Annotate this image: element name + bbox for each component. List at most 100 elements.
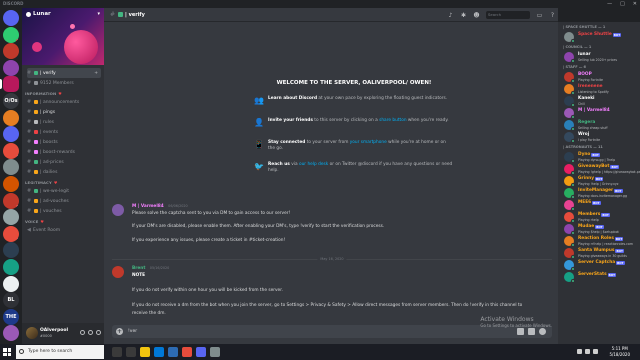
- category-information[interactable]: INFORMATION ♥: [25, 88, 104, 97]
- chevron-down-icon[interactable]: ▾: [97, 11, 100, 17]
- gif-icon[interactable]: [528, 328, 535, 335]
- tip-link[interactable]: share button: [379, 118, 406, 123]
- category-legitimacy[interactable]: LEGITIMACY ♥: [25, 177, 104, 186]
- headphones-icon[interactable]: [88, 330, 93, 335]
- member-item[interactable]: Santa Wumpus BOT Playing giveaways in 30 g…: [558, 246, 640, 259]
- member-item[interactable]: GiveawayBot BOT Playing !ghelp | https://g…: [558, 162, 640, 175]
- channel-item[interactable]: # | vouches: [27, 206, 101, 216]
- add-member-icon[interactable]: +: [94, 71, 98, 76]
- home-icon[interactable]: [3, 10, 19, 26]
- app-icon[interactable]: [210, 347, 220, 357]
- server-8-icon[interactable]: 3: [3, 142, 19, 159]
- server-14-icon[interactable]: [3, 242, 19, 259]
- inbox-icon[interactable]: ▭: [536, 12, 543, 19]
- member-item[interactable]: BOOP Playing Fortnite: [558, 70, 640, 83]
- tray-up-icon[interactable]: [577, 349, 582, 354]
- server-12-icon[interactable]: [3, 209, 19, 226]
- gear-icon[interactable]: [96, 330, 101, 335]
- minimize-button[interactable]: —: [607, 0, 612, 8]
- channel-item[interactable]: # | ad-vouches: [27, 196, 101, 206]
- server-1-icon[interactable]: 1: [3, 26, 19, 43]
- member-item[interactable]: ServerStats BOT: [558, 270, 640, 283]
- category-voice[interactable]: VOICE ♥: [25, 216, 104, 225]
- server-19-icon[interactable]: [3, 325, 19, 342]
- edge-icon[interactable]: [154, 347, 164, 357]
- channel-item[interactable]: # | boost-rewards: [27, 147, 101, 157]
- server-16-icon[interactable]: [3, 275, 19, 292]
- channel-item[interactable]: # | announcements: [27, 97, 101, 107]
- file-explorer-icon[interactable]: [140, 347, 150, 357]
- store-icon[interactable]: [168, 347, 178, 357]
- pin-icon[interactable]: ✱: [460, 12, 467, 19]
- chrome-icon[interactable]: [182, 347, 192, 357]
- upload-plus-icon[interactable]: +: [116, 328, 123, 335]
- cortana-icon[interactable]: [112, 347, 122, 357]
- member-item[interactable]: Members BOT Playing rhelp: [558, 210, 640, 223]
- member-item[interactable]: Dyno BOT Playing dyno.gg | ?help: [558, 150, 640, 163]
- member-item[interactable]: Regera Selling cheap stuff: [558, 118, 640, 131]
- server-lunar-icon[interactable]: [3, 76, 19, 93]
- member-item[interactable]: InviteManager BOT Playing docs.invitemanag…: [558, 186, 640, 199]
- server-6-icon[interactable]: [3, 109, 19, 126]
- server-name[interactable]: Lunar: [26, 11, 51, 17]
- member-item[interactable]: lunar Selling lub 2020+ prices: [558, 50, 640, 63]
- emoji-icon[interactable]: [539, 328, 546, 335]
- maximize-button[interactable]: □: [620, 0, 625, 8]
- avatar[interactable]: [112, 204, 124, 216]
- channel-item[interactable]: # | events: [27, 127, 101, 137]
- channel-verify[interactable]: # | verify +: [27, 68, 101, 78]
- server-the-icon[interactable]: THE: [3, 308, 19, 325]
- member-item[interactable]: Mudae BOT Playing $help | $setupbot: [558, 222, 640, 235]
- gift-icon[interactable]: [517, 328, 524, 335]
- server-2-icon[interactable]: [3, 43, 19, 60]
- server-10-icon[interactable]: [3, 176, 19, 192]
- member-item[interactable]: MEE6 BOT: [558, 198, 640, 211]
- author-name[interactable]: M | Varmel84: [132, 204, 164, 209]
- volume-icon[interactable]: [593, 349, 598, 354]
- member-item[interactable]: M | Varmel84: [558, 106, 640, 119]
- member-item[interactable]: Reaction Roles BOT Playing rr!help | react…: [558, 234, 640, 247]
- server-3-icon[interactable]: [3, 59, 19, 76]
- microphone-icon[interactable]: [80, 330, 85, 335]
- server-oo-icon[interactable]: O/Os: [3, 93, 19, 109]
- member-item[interactable]: Irenenene Listening to Spotify: [558, 82, 640, 95]
- network-icon[interactable]: [585, 349, 590, 354]
- search-input[interactable]: Search: [486, 11, 530, 19]
- bell-icon[interactable]: ♪: [447, 12, 454, 19]
- author-name[interactable]: Brent: [132, 266, 145, 271]
- task-view-icon[interactable]: [126, 347, 136, 357]
- member-name-row: MEE6 BOT: [578, 198, 640, 206]
- channel-item[interactable]: # | ad-prices: [27, 157, 101, 167]
- member-item[interactable]: Grinny BOT Playing !help | Grinny.xyz: [558, 174, 640, 187]
- server-9-icon[interactable]: [3, 159, 19, 176]
- server-15-icon[interactable]: [3, 259, 19, 275]
- channel-item[interactable]: # | dailies: [27, 167, 101, 177]
- discord-taskbar-icon[interactable]: [196, 347, 206, 357]
- member-item[interactable]: Kaneki Chill: [558, 94, 640, 107]
- member-item[interactable]: Server Captcha BOT: [558, 258, 640, 271]
- channel-item[interactable]: # | we-we-legit: [27, 186, 101, 196]
- server-bl-icon[interactable]: BL: [3, 292, 19, 309]
- channel-item[interactable]: # | pings: [27, 107, 101, 117]
- tip-link[interactable]: our help desk: [299, 162, 328, 167]
- server-banner[interactable]: Lunar ▾: [22, 8, 104, 65]
- server-7-icon[interactable]: [3, 126, 19, 143]
- windows-start-icon[interactable]: [3, 348, 11, 356]
- invite-icon: 👤: [254, 118, 264, 127]
- server-11-icon[interactable]: 2: [3, 192, 19, 209]
- help-icon[interactable]: ?: [549, 12, 556, 19]
- avatar[interactable]: [112, 266, 124, 278]
- member-item[interactable]: Space Shuttle BOT: [558, 30, 640, 43]
- members-icon[interactable]: ☻: [473, 12, 480, 19]
- channel-item[interactable]: # | rules: [27, 117, 101, 127]
- clock[interactable]: 5:11 PM 5/18/2020: [609, 346, 630, 358]
- voice-channel-event-room[interactable]: ◀ Event Room: [27, 225, 101, 235]
- server-13-icon[interactable]: 1: [3, 225, 19, 242]
- member-item[interactable]: Wroj I play Fortnite: [558, 130, 640, 143]
- taskbar-search-input[interactable]: Type here to search: [16, 345, 104, 359]
- close-button[interactable]: ✕: [633, 0, 637, 8]
- channel-item[interactable]: # | boosts: [27, 137, 101, 147]
- message-input[interactable]: !ver: [128, 325, 137, 338]
- tip-link[interactable]: your smartphone: [350, 140, 387, 145]
- avatar[interactable]: [26, 327, 38, 339]
